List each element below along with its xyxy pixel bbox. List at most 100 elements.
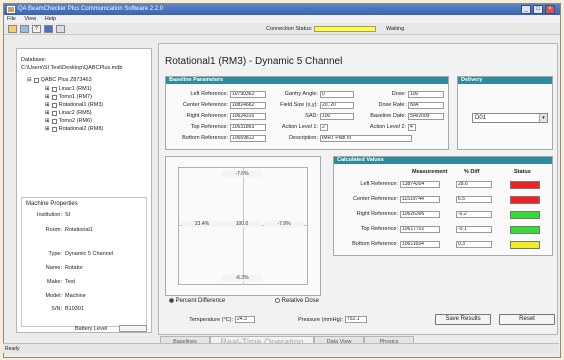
action-level-2-field[interactable]: 4 (408, 124, 416, 131)
make-label: Make: (47, 279, 62, 285)
dose-rate-field[interactable]: N/A (408, 102, 444, 109)
tree-item[interactable]: ⊞ Tomo1 (RM7) (45, 94, 92, 100)
machine-properties-header: Machine Properties (26, 201, 78, 207)
tree-expand-icon[interactable]: ⊞ (45, 102, 50, 108)
maximize-button[interactable]: □ (533, 5, 543, 14)
close-button[interactable]: × (545, 5, 555, 14)
baseline-parameters-panel: Baseline Parameters Left Reference: 1079… (165, 76, 449, 150)
window-title: QA BeamChecker Plus Communication Softwa… (18, 6, 164, 12)
disk-icon[interactable] (20, 25, 29, 33)
calc-row-measurement: 10626396 (400, 211, 440, 218)
gantry-angle-label: Gantry Angle: (284, 91, 318, 97)
tree-expand-icon[interactable]: ⊞ (45, 126, 50, 132)
chevron-down-icon[interactable]: ▾ (539, 114, 547, 122)
tree-expand-icon[interactable]: ⊞ (45, 94, 50, 100)
menu-view[interactable]: View (24, 16, 36, 22)
toolbar: ? Connection Status: Waiting (4, 23, 560, 35)
model-value: Machine (65, 293, 86, 299)
tree-item[interactable]: ⊞ Linac1 (RM1) (45, 86, 92, 92)
gantry-angle-field[interactable]: 0 (320, 91, 354, 98)
relative-dose-option[interactable]: Relative Dose (275, 298, 319, 304)
temperature-field[interactable]: 24.3 (235, 316, 255, 323)
printer-icon[interactable] (56, 25, 65, 33)
pressure-field[interactable]: 752.1 (345, 316, 367, 323)
calc-row-label: Center Reference: (353, 196, 398, 202)
calc-row-status-indicator (510, 181, 540, 189)
tree-item-label: Tomo2 (RM6) (58, 118, 92, 124)
connection-status-indicator (314, 26, 376, 32)
center-reference-field[interactable]: 10814682 (230, 102, 266, 109)
temperature-label: Temperature (°C): (189, 317, 233, 323)
delivery-select[interactable]: D01 ▾ (472, 113, 548, 123)
calc-row-diff: 0.3 (456, 241, 492, 248)
tree-expand-icon[interactable]: ⊞ (45, 110, 50, 116)
main-pane: Rotational1 (RM3) - Dynamic 5 Channel Ba… (158, 43, 558, 335)
calc-row-diff: -0.2 (456, 211, 492, 218)
reset-button[interactable]: Reset (499, 314, 555, 325)
field-size-field[interactable]: 20, 20 (320, 102, 354, 109)
left-detector-value: 23.4% (182, 221, 222, 227)
description-field[interactable]: IMRT Plan III (320, 135, 412, 142)
top-reference-field[interactable]: 10631863 (230, 124, 266, 131)
bottom-reference-field[interactable]: 10669812 (230, 135, 266, 142)
left-reference-field[interactable]: 10790362 (230, 91, 266, 98)
tree-item[interactable]: ⊞ Linac2 (RM5) (45, 110, 92, 116)
right-detector-value: -7.9% (264, 221, 304, 227)
field-size-label: Field Size (x,y): (280, 102, 318, 108)
percent-difference-option[interactable]: Percent Difference (169, 298, 225, 304)
tree-root[interactable]: ⊟ QABC Plus Z873463 (27, 77, 92, 83)
tree-item-label: Linac2 (RM5) (58, 110, 92, 116)
sn-label: S/N: (51, 306, 62, 312)
calc-row-label: Bottom Reference: (352, 241, 398, 247)
description-label: Description: (288, 135, 318, 141)
left-reference-label: Left Reference: (190, 91, 228, 97)
question-icon[interactable]: ? (32, 25, 41, 33)
model-label: Model: (45, 293, 62, 299)
tree-expand-icon[interactable]: ⊞ (45, 118, 50, 124)
action-level-1-label: Action Level 1: (281, 124, 318, 130)
tree-item[interactable]: ⊞ Tomo2 (RM6) (45, 118, 92, 124)
app-icon (7, 6, 15, 13)
tree-item-selected[interactable]: ⊞ Rotational1 (RM3) (45, 102, 103, 108)
relative-dose-radio[interactable] (275, 298, 280, 303)
bottom-detector-value: -6.3% (222, 275, 262, 281)
menu-help[interactable]: Help (45, 16, 56, 22)
right-reference-field[interactable]: 10624316 (230, 113, 266, 120)
tree-item-label: Rotational2 (RM8) (58, 126, 104, 132)
bottom-reference-label: Bottom Reference: (182, 135, 228, 141)
machine-properties: Machine Properties Institution: SI Room: R… (21, 197, 147, 327)
type-label: Type: (48, 251, 62, 257)
percent-difference-radio[interactable] (169, 298, 174, 303)
sn-value: B19301 (65, 306, 84, 312)
institution-value: SI (65, 212, 71, 218)
status-text: Ready (5, 346, 20, 352)
baseline-date-field[interactable]: 5/4/2009 (408, 113, 444, 120)
grid-icon[interactable] (44, 25, 53, 33)
type-value: Dynamic 5 Channel (65, 251, 113, 257)
title-bar: QA BeamChecker Plus Communication Softwa… (4, 4, 560, 15)
institution-label: Institution: (36, 212, 62, 218)
make-value: Test (65, 279, 76, 285)
minimize-button[interactable]: _ (521, 5, 531, 14)
menu-file[interactable]: File (7, 16, 16, 22)
folder-icon[interactable] (8, 25, 17, 33)
room-label: Room: (45, 227, 62, 233)
sad-field[interactable]: 100 (320, 113, 354, 120)
collapse-icon[interactable]: ⊟ (27, 77, 32, 83)
pressure-label: Pressure (mmHg): (298, 317, 343, 323)
name-label: Name: (45, 265, 62, 271)
action-level-1-field[interactable]: 2 (320, 124, 328, 131)
save-results-button[interactable]: Save Results (435, 314, 491, 325)
baseline-date-label: Baseline Date: (370, 113, 406, 119)
crosshair-display: -7.6% 23.4% 100.0 -7.9% -6.3% (165, 156, 321, 296)
device-icon (33, 77, 39, 83)
sad-label: SAD: (305, 113, 318, 119)
dose-field[interactable]: 100 (408, 91, 444, 98)
tree-item-label: Rotational1 (RM3) (58, 102, 104, 108)
battery-level-label: Battery Level (75, 326, 108, 332)
delivery-panel: Delivery D01 ▾ (457, 76, 553, 150)
tree-expand-icon[interactable]: ⊞ (45, 86, 50, 92)
calc-row-status-indicator (510, 226, 540, 234)
tree-item[interactable]: ⊞ Rotational2 (RM8) (45, 126, 103, 132)
top-reference-label: Top Reference: (190, 124, 228, 130)
